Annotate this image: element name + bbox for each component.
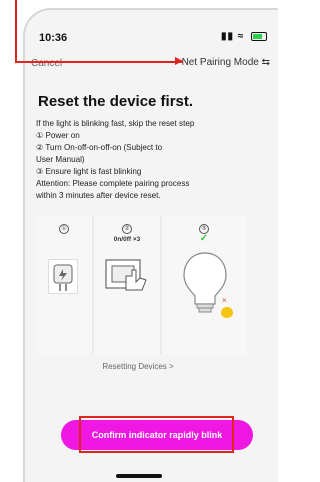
status-time: 10:36 bbox=[39, 32, 68, 44]
instruction-line: If the light is blinking fast, skip the … bbox=[36, 119, 195, 128]
step-power-on: ① bbox=[36, 216, 92, 354]
page-title: Reset the device first. bbox=[38, 93, 194, 110]
net-pairing-mode-button[interactable]: Net Pairing Mode ⇆ bbox=[182, 57, 270, 68]
reset-steps-illustration: ① ② 0n/0ff ×3 ③ ✓ × bbox=[36, 216, 246, 354]
annotation-line bbox=[15, 61, 183, 63]
instructions: If the light is blinking fast, skip the … bbox=[36, 118, 246, 202]
step-toggle-switch: ② 0n/0ff ×3 bbox=[94, 216, 160, 354]
light-bulb-icon: × bbox=[174, 247, 236, 319]
check-icon: ✓ bbox=[199, 233, 209, 244]
top-nav: Cancel Net Pairing Mode ⇆ bbox=[25, 54, 278, 74]
step-caption: 0n/0ff ×3 bbox=[113, 236, 141, 243]
instruction-line: Attention: Please complete pairing proce… bbox=[36, 179, 190, 188]
step-fast-blink: ③ ✓ × bbox=[162, 216, 246, 354]
switch-hand-icon bbox=[102, 254, 150, 296]
annotation-line bbox=[15, 0, 17, 63]
annotation-arrow-icon bbox=[175, 57, 183, 65]
resetting-devices-link[interactable]: Resetting Devices > bbox=[0, 362, 276, 371]
button-highlight bbox=[79, 416, 234, 453]
signal-wifi-icons: ▮▮ ≈ bbox=[220, 31, 245, 42]
status-icons: ▮▮ ≈ bbox=[221, 31, 267, 42]
home-indicator bbox=[116, 474, 162, 478]
battery-icon bbox=[251, 31, 267, 41]
swap-icon: ⇆ bbox=[261, 57, 270, 68]
instruction-line: ① Power on bbox=[36, 131, 80, 140]
step-number: ① bbox=[59, 224, 69, 234]
instruction-line: within 3 minutes after device reset. bbox=[36, 191, 161, 200]
instruction-line: ③ Ensure light is fast blinking bbox=[36, 167, 142, 176]
instruction-line: User Manual) bbox=[36, 155, 85, 164]
instruction-line: ② Turn On-off-on-off-on (Subject to bbox=[36, 143, 163, 152]
net-pairing-mode-label: Net Pairing Mode bbox=[181, 57, 259, 68]
status-bar: 10:36 ▮▮ ≈ bbox=[39, 31, 269, 48]
svg-text:×: × bbox=[222, 296, 227, 305]
step-number: ② bbox=[122, 224, 132, 234]
cancel-button[interactable]: Cancel bbox=[31, 58, 62, 69]
plug-icon bbox=[48, 259, 78, 294]
